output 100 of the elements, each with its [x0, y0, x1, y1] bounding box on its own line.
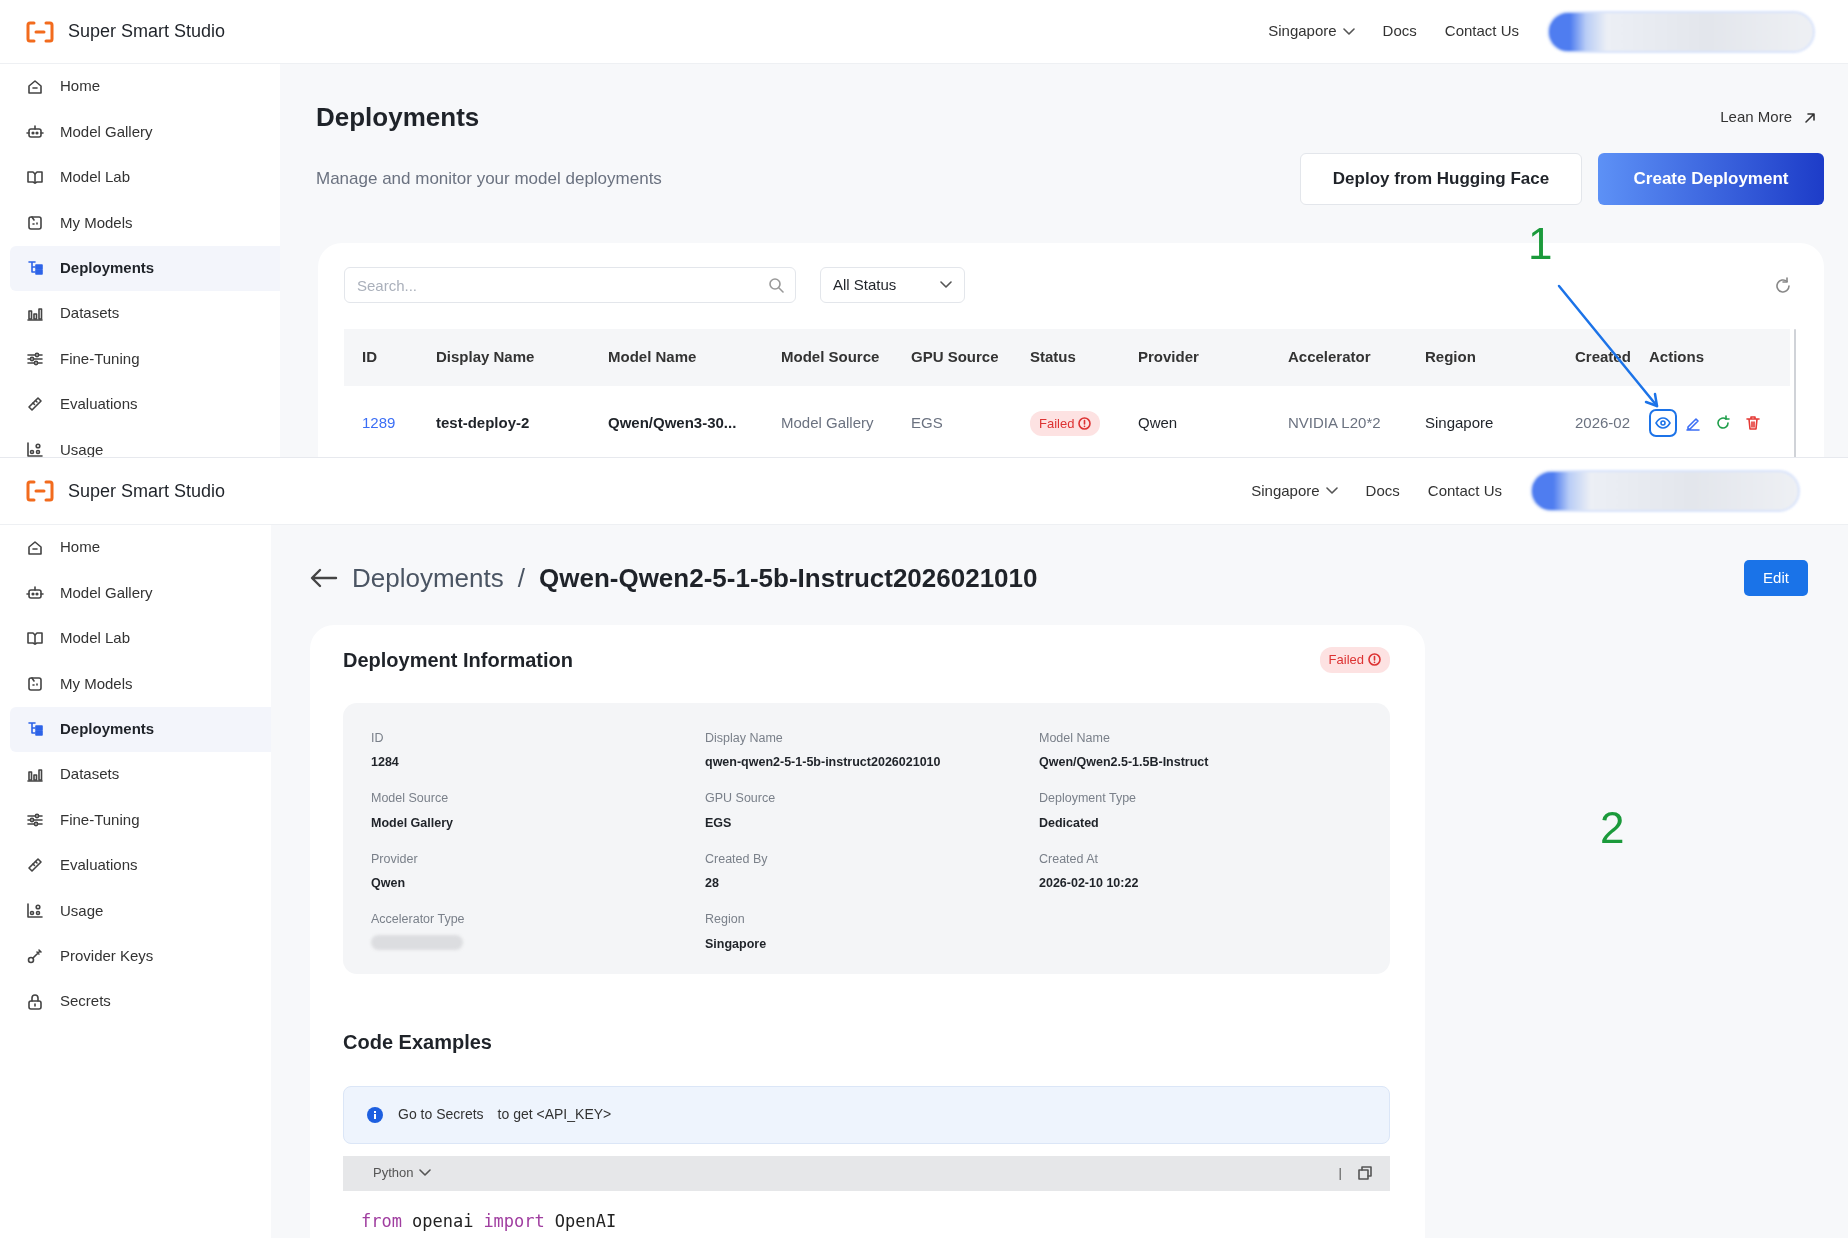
sidebar-item[interactable]: Fine-Tuning — [10, 336, 280, 382]
sidebar-item[interactable]: Deployments — [10, 245, 280, 291]
sidebar-item[interactable]: Datasets — [10, 290, 280, 337]
view-button[interactable] — [1649, 409, 1677, 438]
home-icon — [26, 538, 44, 557]
section-title: Deployment Information — [343, 647, 573, 672]
region-dropdown[interactable]: Singapore — [1251, 479, 1338, 503]
language-dropdown[interactable]: Python — [373, 1163, 432, 1183]
column-header: Model Source — [763, 329, 893, 387]
logo-icon — [26, 20, 54, 43]
sidebar-item[interactable]: Model Lab — [10, 615, 271, 662]
breadcrumb-current: Qwen-Qwen2-5-1-5b-Instruct2026021010 — [538, 561, 1038, 595]
edit-button[interactable]: Edit — [1744, 560, 1808, 596]
search-icon — [768, 277, 784, 294]
copy-button[interactable] — [1358, 1166, 1372, 1180]
chevron-down-icon — [1342, 27, 1355, 36]
region-dropdown[interactable]: Singapore — [1268, 20, 1355, 43]
nav-link[interactable]: Docs — [1382, 20, 1417, 43]
field-label: Deployment Type — [1039, 790, 1138, 807]
column-header: Accelerator — [1270, 329, 1407, 387]
page-subtitle: Manage and monitor your model deployments — [316, 168, 662, 191]
toolbar-separator: | — [1338, 1164, 1342, 1183]
status-badge: Failed — [1030, 410, 1101, 437]
sidebar-item[interactable]: My Models — [10, 661, 271, 707]
create-deployment-button[interactable]: Create Deployment — [1598, 153, 1824, 206]
secrets-link[interactable]: Go to Secrets — [398, 1104, 484, 1125]
deploy-hugging-face-button[interactable]: Deploy from Hugging Face — [1300, 153, 1582, 206]
circular-arrow-icon — [1715, 415, 1731, 432]
field-label: Accelerator Type — [371, 911, 466, 928]
sidebar-item[interactable]: My Models — [10, 200, 280, 246]
sidebar-item[interactable]: Model Lab — [10, 154, 280, 201]
sidebar-item[interactable]: Model Gallery — [10, 570, 271, 616]
ruler-icon — [26, 395, 44, 414]
table-cell: Qwen/Qwen3-30... — [590, 386, 763, 457]
field-label: Created At — [1039, 850, 1100, 868]
field-value: qwen-qwen2-5-1-5b-instruct2026021010 — [705, 754, 942, 772]
field-label: Region — [705, 911, 746, 928]
field-value: 2026-02-10 10:22 — [1039, 875, 1140, 893]
field-label: Display Name — [705, 729, 784, 747]
pencil-icon — [1685, 415, 1701, 432]
column-header: Region — [1407, 329, 1557, 387]
table-cell: NVIDIA L20*2 — [1270, 386, 1407, 457]
sidebar-item[interactable]: Provider Keys — [10, 933, 271, 979]
column-header: GPU Source — [893, 329, 1012, 387]
code-token: OpenAI — [554, 1209, 617, 1233]
sidebar-item[interactable]: Fine-Tuning — [10, 797, 271, 843]
search-field[interactable]: Search... — [344, 267, 796, 304]
column-header: Model Name — [590, 329, 763, 387]
external-arrow-icon — [1804, 111, 1816, 124]
table-cell: 2026-02 — [1557, 386, 1631, 457]
sidebar-item[interactable]: Evaluations — [10, 381, 280, 428]
status-filter-dropdown[interactable]: All Status — [820, 267, 965, 304]
code-token: openai — [411, 1209, 474, 1233]
id-link[interactable]: 1289 — [344, 386, 418, 457]
alert-text: to get <API_KEY> — [497, 1105, 612, 1124]
sidebar-item[interactable]: Deployments — [10, 706, 271, 752]
lock-icon — [26, 992, 44, 1011]
sidebar-item[interactable]: Secrets — [10, 978, 271, 1025]
back-arrow-icon — [310, 568, 338, 588]
nav-link[interactable]: Contact Us — [1427, 479, 1502, 503]
field-value: 1284 — [371, 754, 400, 772]
field-label: GPU Source — [705, 790, 777, 807]
brand-name: Super Smart Studio — [68, 20, 226, 43]
book-icon — [26, 629, 44, 648]
annotation-number: 1 — [1528, 222, 1553, 266]
trash-icon — [1745, 415, 1761, 432]
nav-link[interactable]: Docs — [1365, 479, 1400, 503]
field-label: ID — [371, 729, 385, 747]
page-title: Deployments — [316, 102, 480, 134]
scatter-chart-icon — [26, 901, 44, 920]
box-icon — [26, 674, 44, 693]
sidebar-item[interactable]: Home — [10, 525, 271, 571]
hierarchy-icon — [26, 259, 44, 278]
field-value: Dedicated — [1039, 814, 1100, 832]
field-value: Model Gallery — [371, 814, 454, 832]
chevron-down-icon — [940, 281, 952, 290]
scatter-chart-icon — [26, 440, 44, 457]
nav-link[interactable]: Contact Us — [1444, 20, 1519, 43]
field-label: Model Name — [1039, 729, 1111, 747]
breadcrumb-separator: / — [517, 561, 525, 595]
field-value: Qwen — [371, 875, 407, 893]
sidebar-item[interactable]: Evaluations — [10, 842, 271, 889]
sidebar-item[interactable]: Usage — [10, 427, 280, 457]
field-label: Created By — [705, 850, 769, 868]
sidebar-item[interactable]: Usage — [10, 888, 271, 934]
table-cell: Qwen — [1120, 386, 1270, 457]
table-cell: Model Gallery — [763, 386, 893, 457]
field-value: Qwen/Qwen2.5-1.5B-Instruct — [1039, 754, 1210, 772]
sidebar-item[interactable]: Datasets — [10, 751, 271, 798]
sidebar-item[interactable]: Home — [10, 64, 280, 110]
column-header: Actions — [1631, 329, 1790, 387]
annotation-number: 2 — [1600, 806, 1625, 850]
info-icon — [366, 1105, 384, 1124]
book-icon — [26, 168, 44, 187]
chevron-down-icon — [1325, 487, 1338, 495]
refresh-icon — [1774, 276, 1792, 295]
breadcrumb-link[interactable]: Deployments — [352, 558, 504, 598]
column-header: ID — [344, 329, 418, 387]
learn-more-link[interactable]: Lean More — [1720, 106, 1816, 129]
sidebar-item[interactable]: Model Gallery — [10, 109, 280, 155]
